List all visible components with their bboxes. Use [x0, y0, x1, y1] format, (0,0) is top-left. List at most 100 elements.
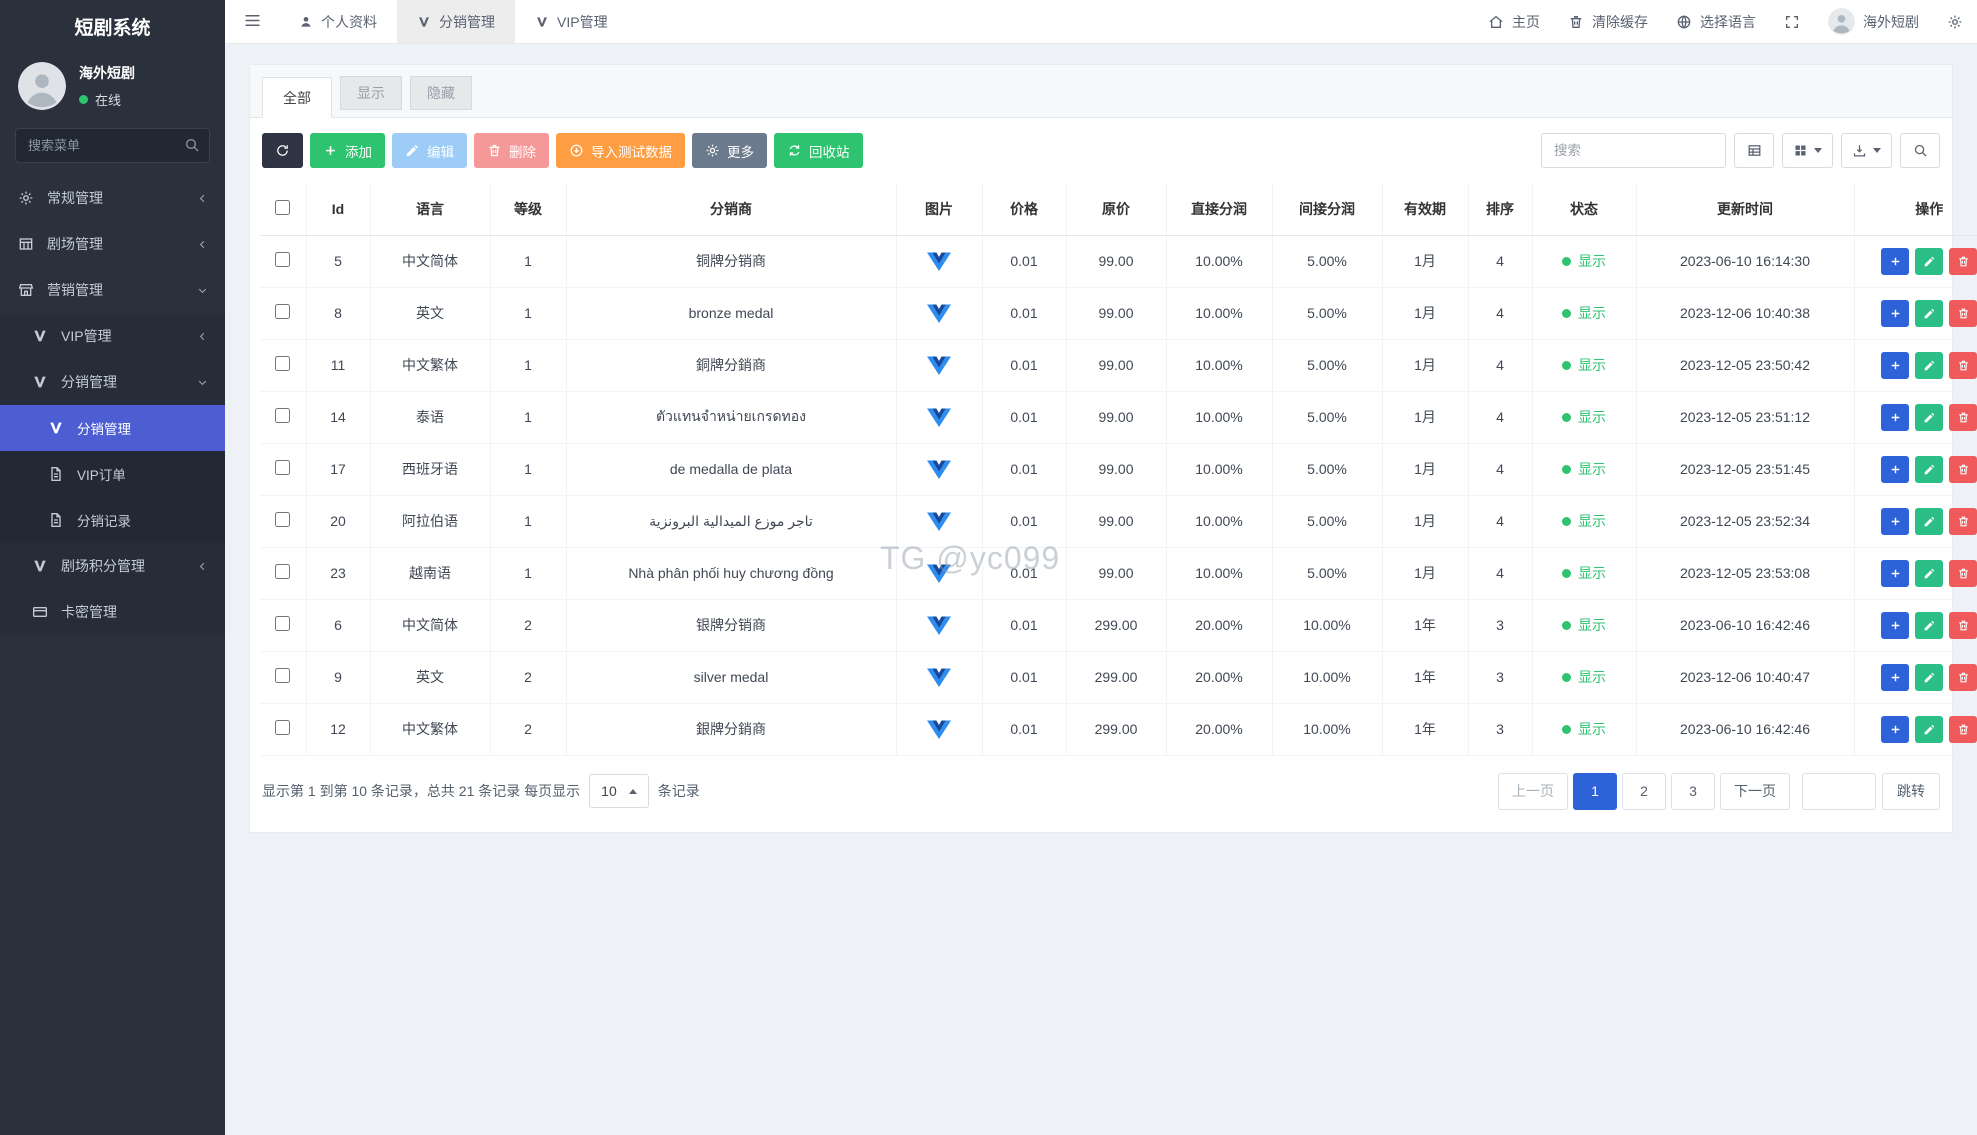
- row-edit-button[interactable]: [1915, 715, 1944, 743]
- sidebar-item-marketing[interactable]: 营销管理: [0, 267, 225, 313]
- table-row[interactable]: 11 中文繁体 1 銅牌分銷商 0.01 99.00 10.00% 5.00% 1月 4 显示 202…: [260, 338, 1977, 392]
- distributor-logo-icon[interactable]: [926, 616, 952, 635]
- sidebar-item-vip-orders[interactable]: VIP订单: [0, 451, 225, 497]
- column-header[interactable]: Id: [305, 183, 371, 236]
- column-header[interactable]: 直接分润: [1165, 183, 1273, 236]
- status-badge[interactable]: 显示: [1562, 459, 1606, 479]
- row-delete-button[interactable]: [1949, 403, 1977, 431]
- row-edit-button[interactable]: [1915, 247, 1944, 275]
- select-all-checkbox[interactable]: [275, 199, 291, 215]
- column-header[interactable]: 分销商: [565, 183, 897, 236]
- table-row[interactable]: 5 中文简体 1 铜牌分销商 0.01 99.00 10.00% 5.00% 1月 4 显示 2023…: [260, 234, 1977, 288]
- column-header[interactable]: 状态: [1531, 183, 1637, 236]
- recycle-bin-button[interactable]: 回收站: [774, 133, 863, 168]
- column-header[interactable]: 原价: [1065, 183, 1167, 236]
- status-badge[interactable]: 显示: [1562, 719, 1606, 739]
- row-detail-button[interactable]: [1881, 715, 1910, 743]
- row-delete-button[interactable]: [1949, 455, 1977, 483]
- sidebar-item-theater[interactable]: 剧场管理: [0, 221, 225, 267]
- sidebar-item-theater-points[interactable]: 剧场积分管理: [0, 543, 225, 589]
- column-header[interactable]: 间接分润: [1271, 183, 1383, 236]
- row-checkbox[interactable]: [275, 720, 291, 735]
- page-button-下一页[interactable]: 下一页: [1720, 772, 1790, 810]
- toggle-view-button[interactable]: [1734, 133, 1774, 168]
- search-icon[interactable]: [184, 137, 200, 153]
- status-badge[interactable]: 显示: [1562, 407, 1606, 427]
- navbar-clear-cache[interactable]: 清除缓存: [1554, 0, 1662, 43]
- row-edit-button[interactable]: [1915, 403, 1944, 431]
- sidebar-item-distribution-records[interactable]: 分销记录: [0, 497, 225, 543]
- export-button[interactable]: [1841, 133, 1892, 168]
- row-edit-button[interactable]: [1915, 455, 1944, 483]
- row-detail-button[interactable]: [1881, 247, 1910, 275]
- sidebar-item-card-key[interactable]: 卡密管理: [0, 589, 225, 635]
- table-row[interactable]: 14 泰语 1 ตัวแทนจำหน่ายเกรดทอง 0.01 99.00 10.00%…: [260, 390, 1977, 444]
- row-edit-button[interactable]: [1915, 351, 1944, 379]
- column-header[interactable]: 有效期: [1381, 183, 1469, 236]
- row-detail-button[interactable]: [1881, 611, 1910, 639]
- distributor-logo-icon[interactable]: [926, 252, 952, 271]
- menu-search-input[interactable]: [15, 128, 210, 163]
- status-badge[interactable]: 显示: [1562, 563, 1606, 583]
- distributor-logo-icon[interactable]: [926, 460, 952, 479]
- page-button-3[interactable]: 3: [1671, 772, 1715, 810]
- row-checkbox[interactable]: [275, 304, 291, 319]
- table-row[interactable]: 12 中文繁体 2 銀牌分銷商 0.01 299.00 20.00% 10.00% 1年 3 显示 2…: [260, 702, 1977, 756]
- filter-tab-全部[interactable]: 全部: [262, 77, 332, 118]
- page-button-1[interactable]: 1: [1573, 772, 1617, 810]
- table-row[interactable]: 6 中文简体 2 银牌分销商 0.01 299.00 20.00% 10.00% 1年 3 显示 20…: [260, 598, 1977, 652]
- row-edit-button[interactable]: [1915, 559, 1944, 587]
- distributor-logo-icon[interactable]: [926, 304, 952, 323]
- row-delete-button[interactable]: [1949, 611, 1977, 639]
- distributor-logo-icon[interactable]: [926, 512, 952, 531]
- column-header[interactable]: 等级: [489, 183, 567, 236]
- row-delete-button[interactable]: [1949, 663, 1977, 691]
- distributor-logo-icon[interactable]: [926, 356, 952, 375]
- distributor-logo-icon[interactable]: [926, 720, 952, 739]
- row-edit-button[interactable]: [1915, 663, 1944, 691]
- row-detail-button[interactable]: [1881, 507, 1910, 535]
- distributor-logo-icon[interactable]: [926, 408, 952, 427]
- row-detail-button[interactable]: [1881, 559, 1910, 587]
- add-button[interactable]: 添加: [310, 133, 385, 168]
- column-header[interactable]: 图片: [895, 183, 983, 236]
- column-header[interactable]: 语言: [369, 183, 491, 236]
- sidebar-item-distribution-sub[interactable]: 分销管理: [0, 405, 225, 451]
- status-badge[interactable]: 显示: [1562, 511, 1606, 531]
- table-row[interactable]: 23 越南语 1 Nhà phân phối huy chương đồng 0.01 9…: [260, 546, 1977, 600]
- delete-button[interactable]: 删除: [474, 133, 549, 168]
- sidebar-item-vip[interactable]: VIP管理: [0, 313, 225, 359]
- row-detail-button[interactable]: [1881, 455, 1910, 483]
- column-header[interactable]: 排序: [1467, 183, 1533, 236]
- row-checkbox[interactable]: [275, 252, 291, 267]
- row-delete-button[interactable]: [1949, 715, 1977, 743]
- status-badge[interactable]: 显示: [1562, 303, 1606, 323]
- page-jump-button[interactable]: 跳转: [1882, 772, 1940, 810]
- row-delete-button[interactable]: [1949, 299, 1977, 327]
- page-jump-input[interactable]: [1802, 772, 1876, 810]
- navbar-home[interactable]: 主页: [1474, 0, 1554, 43]
- row-delete-button[interactable]: [1949, 351, 1977, 379]
- table-search-input[interactable]: [1541, 133, 1726, 168]
- row-edit-button[interactable]: [1915, 611, 1944, 639]
- row-checkbox[interactable]: [275, 460, 291, 475]
- table-row[interactable]: 20 阿拉伯语 1 تاجر موزع الميدالية البرونزية 0.01…: [260, 494, 1977, 548]
- navbar-settings[interactable]: [1933, 0, 1977, 43]
- search-toggle-button[interactable]: [1900, 133, 1940, 168]
- status-badge[interactable]: 显示: [1562, 355, 1606, 375]
- table-row[interactable]: 17 西班牙语 1 de medalla de plata 0.01 99.00 10.00…: [260, 442, 1977, 496]
- sidebar-toggle-button[interactable]: [225, 0, 279, 43]
- row-checkbox[interactable]: [275, 356, 291, 371]
- table-row[interactable]: 8 英文 1 bronze medal 0.01 99.00 10.00% 5.00% 1月 4 显…: [260, 286, 1977, 340]
- row-edit-button[interactable]: [1915, 299, 1944, 327]
- distributor-logo-icon[interactable]: [926, 564, 952, 583]
- status-badge[interactable]: 显示: [1562, 667, 1606, 687]
- row-checkbox[interactable]: [275, 668, 291, 683]
- row-checkbox[interactable]: [275, 616, 291, 631]
- navbar-fullscreen[interactable]: [1770, 0, 1814, 43]
- row-checkbox[interactable]: [275, 564, 291, 579]
- tab-profile[interactable]: 个人资料: [279, 0, 397, 43]
- filter-tab-隐藏[interactable]: 隐藏: [410, 76, 472, 110]
- row-delete-button[interactable]: [1949, 247, 1977, 275]
- filter-tab-显示[interactable]: 显示: [340, 76, 402, 110]
